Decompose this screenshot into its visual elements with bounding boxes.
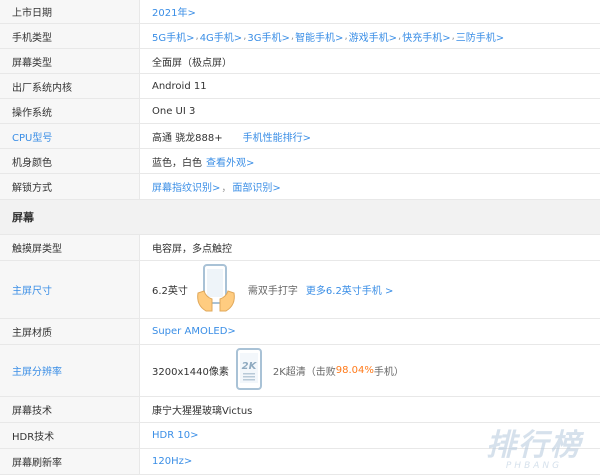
row-value: HDR 10> bbox=[140, 423, 600, 448]
row-value: 电容屏，多点触控 bbox=[140, 235, 600, 260]
row-label: 触摸屏类型 bbox=[0, 235, 140, 260]
row-label: 主屏材质 bbox=[0, 319, 140, 344]
link-more-size-phones[interactable]: 更多6.2英寸手机 > bbox=[306, 282, 393, 297]
row-color: 机身颜色 蓝色，白色 查看外观> bbox=[0, 149, 600, 174]
kernel-value: Android 11 bbox=[152, 80, 207, 92]
screen-type-value: 全面屏（极点屏） bbox=[152, 57, 232, 69]
link-120hz[interactable]: 120Hz> bbox=[152, 456, 192, 467]
link-face-recognition[interactable]: 面部识别> bbox=[232, 179, 280, 194]
link-5g[interactable]: 5G手机> bbox=[152, 29, 195, 44]
row-os: 操作系统 One UI 3 bbox=[0, 99, 600, 124]
two-hand-phone-icon bbox=[194, 263, 238, 316]
row-release-date: 上市日期 2021年> bbox=[0, 0, 600, 24]
link-3g[interactable]: 3G手机> bbox=[247, 29, 290, 44]
row-value: 2021年> bbox=[140, 0, 600, 23]
link-performance-ranking[interactable]: 手机性能排行> bbox=[243, 129, 311, 144]
row-label: 出厂系统内核 bbox=[0, 74, 140, 98]
row-label: HDR技术 bbox=[0, 423, 140, 448]
row-label: 屏幕刷新率 bbox=[0, 449, 140, 474]
separator: , bbox=[243, 30, 247, 42]
separator: , bbox=[398, 30, 402, 42]
size-note: 需双手打字 bbox=[247, 286, 298, 297]
row-value: 6.2英寸 需双手打字 更多6.2英寸手机 > bbox=[140, 261, 600, 318]
link-smart[interactable]: 智能手机> bbox=[295, 29, 343, 44]
link-view-appearance[interactable]: 查看外观> bbox=[206, 154, 254, 169]
2k-icon-text: 2K bbox=[241, 361, 257, 372]
link-gaming[interactable]: 游戏手机> bbox=[349, 29, 397, 44]
link-4g[interactable]: 4G手机> bbox=[200, 29, 243, 44]
link-super-amoled[interactable]: Super AMOLED> bbox=[152, 326, 236, 337]
row-screen-type: 屏幕类型 全面屏（极点屏） bbox=[0, 49, 600, 74]
row-label-resolution[interactable]: 主屏分辨率 bbox=[0, 345, 140, 396]
link-2021[interactable]: 2021年> bbox=[152, 4, 196, 19]
spec-table: 上市日期 2021年> 手机类型 5G手机>, 4G手机>, 3G手机>, 智能… bbox=[0, 0, 600, 475]
row-label-cpu[interactable]: CPU型号 bbox=[0, 124, 140, 148]
row-label: 解锁方式 bbox=[0, 174, 140, 199]
row-value: Android 11 bbox=[140, 74, 600, 98]
row-screen-tech: 屏幕技术 康宁大猩猩玻璃Victus bbox=[0, 397, 600, 423]
tech-value: 康宁大猩猩玻璃Victus bbox=[152, 406, 253, 417]
cpu-value: 高通 骁龙888+ bbox=[152, 132, 223, 144]
row-unlock: 解锁方式 屏幕指纹识别>， 面部识别> bbox=[0, 174, 600, 200]
row-label: 机身颜色 bbox=[0, 149, 140, 173]
row-value: One UI 3 bbox=[140, 99, 600, 123]
row-value: 全面屏（极点屏） bbox=[140, 49, 600, 73]
row-label: 屏幕类型 bbox=[0, 49, 140, 73]
link-fast-charge[interactable]: 快充手机> bbox=[402, 29, 450, 44]
row-kernel: 出厂系统内核 Android 11 bbox=[0, 74, 600, 99]
row-label: 操作系统 bbox=[0, 99, 140, 123]
color-value: 蓝色，白色 bbox=[152, 157, 202, 169]
row-screen-size: 主屏尺寸 6.2英寸 需双手打字 更多6.2英寸手机 > bbox=[0, 261, 600, 319]
row-label: 上市日期 bbox=[0, 0, 140, 23]
separator: , bbox=[344, 30, 348, 42]
resolution-percent: 98.04% bbox=[335, 365, 374, 376]
os-value: One UI 3 bbox=[152, 105, 196, 117]
row-value: 3200x1440像素 2K 2K超清（击败 98.04% 手机） bbox=[140, 345, 600, 396]
link-rugged[interactable]: 三防手机> bbox=[456, 29, 504, 44]
size-value: 6.2英寸 bbox=[152, 286, 188, 297]
row-value: 120Hz> bbox=[140, 449, 600, 474]
resolution-value: 3200x1440像素 bbox=[152, 367, 229, 378]
row-material: 主屏材质 Super AMOLED> bbox=[0, 319, 600, 345]
section-title: 屏幕 bbox=[0, 200, 600, 235]
link-hdr10[interactable]: HDR 10> bbox=[152, 430, 198, 441]
separator: , bbox=[195, 30, 199, 42]
row-value: 蓝色，白色 查看外观> bbox=[140, 149, 600, 173]
row-label: 手机类型 bbox=[0, 24, 140, 48]
row-value: 5G手机>, 4G手机>, 3G手机>, 智能手机>, 游戏手机>, 快充手机>… bbox=[140, 24, 600, 48]
row-phone-type: 手机类型 5G手机>, 4G手机>, 3G手机>, 智能手机>, 游戏手机>, … bbox=[0, 24, 600, 49]
row-value: Super AMOLED> bbox=[140, 319, 600, 344]
row-label-screen-size[interactable]: 主屏尺寸 bbox=[0, 261, 140, 318]
row-touch: 触摸屏类型 电容屏，多点触控 bbox=[0, 235, 600, 261]
row-refresh-rate: 屏幕刷新率 120Hz> bbox=[0, 449, 600, 475]
row-value: 康宁大猩猩玻璃Victus bbox=[140, 397, 600, 422]
resolution-note-prefix: 2K超清（击败 bbox=[272, 367, 336, 378]
row-value: 高通 骁龙888+ 手机性能排行> bbox=[140, 124, 600, 148]
separator: , bbox=[290, 30, 295, 42]
2k-phone-icon: 2K bbox=[235, 347, 263, 394]
resolution-note-suffix: 手机） bbox=[373, 367, 404, 378]
row-value: 屏幕指纹识别>， 面部识别> bbox=[140, 174, 600, 199]
link-screen-fingerprint[interactable]: 屏幕指纹识别> bbox=[152, 179, 220, 194]
touch-value: 电容屏，多点触控 bbox=[152, 244, 232, 255]
separator: ， bbox=[221, 183, 232, 194]
row-hdr: HDR技术 HDR 10> bbox=[0, 423, 600, 449]
separator: , bbox=[451, 30, 455, 42]
row-label: 屏幕技术 bbox=[0, 397, 140, 422]
row-resolution: 主屏分辨率 3200x1440像素 2K 2K超清（击败 98.04% 手机） bbox=[0, 345, 600, 397]
row-cpu: CPU型号 高通 骁龙888+ 手机性能排行> bbox=[0, 124, 600, 149]
